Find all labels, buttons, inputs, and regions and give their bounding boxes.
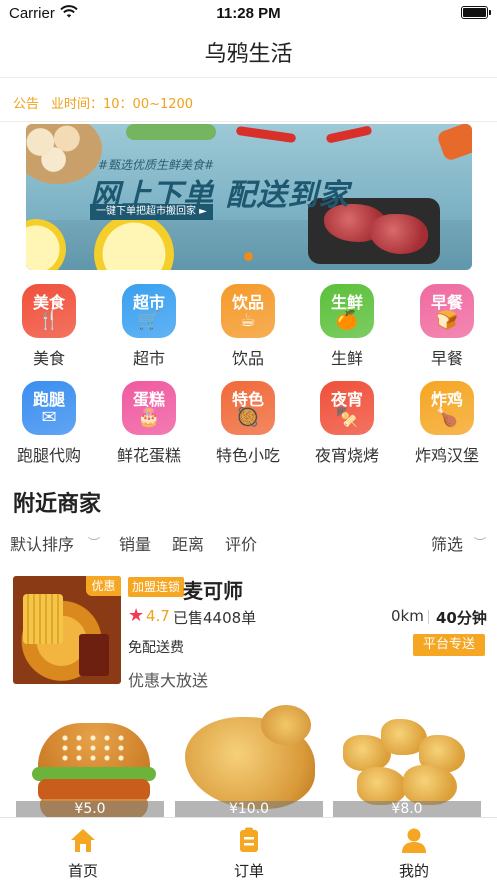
fried-chicken-icon: 炸鸡 🍗 (420, 381, 474, 435)
merchant-distance: 0km (391, 607, 424, 625)
pepper-image (325, 125, 373, 144)
tab-home[interactable]: 首页 (0, 818, 166, 883)
category-snacks[interactable]: 特色 🥘 特色小吃 (208, 381, 288, 466)
product-burger[interactable]: ¥5.0 (16, 705, 164, 817)
product-price: ¥5.0 (16, 801, 164, 817)
page-title: 乌鸦生活 (204, 42, 293, 67)
category-label: 饮品 (231, 349, 264, 368)
chevron-down-icon[interactable]: ︶ (474, 534, 486, 551)
category-supermarket[interactable]: 超市 🛒 超市 (109, 284, 189, 369)
user-icon (400, 826, 428, 854)
category-label: 超市 (132, 349, 165, 368)
sort-sales[interactable]: 销量 (119, 531, 151, 555)
product-fried-chicken[interactable]: ¥10.0 (175, 705, 323, 817)
breakfast-icon: 早餐 🍞 (420, 284, 474, 338)
notice-text: 业时间：10：00~1200 (51, 97, 194, 112)
supermarket-icon: 超市 🛒 (122, 284, 176, 338)
category-label: 特色小吃 (215, 446, 280, 465)
category-label: 夜宵烧烤 (314, 446, 379, 465)
cake-icon: 蛋糕 🎂 (122, 381, 176, 435)
filter-button[interactable]: 筛选 (431, 531, 463, 555)
sort-bar: 默认排序 ︶ 销量 距离 评价 筛选 ︶ (0, 528, 497, 556)
product-price: ¥8.0 (333, 801, 481, 817)
merchant-card[interactable]: 优惠 加盟连锁 麦可师 ★ 4.7 已售4408单 0km 40分钟 免配送费 … (0, 573, 497, 691)
promo-banner[interactable]: #甄选优质生鲜美食# 网上下单 配送到家 一键下单把超市搬回家 ► (26, 124, 472, 270)
chevron-down-icon[interactable]: ︶ (88, 534, 100, 551)
carousel-indicator[interactable] (244, 252, 253, 261)
tab-label: 我的 (398, 862, 429, 880)
nav-bar: 乌鸦生活 (0, 26, 497, 78)
notice-bar[interactable]: 公告 业时间：10：00~1200 (0, 78, 497, 122)
food-icon: 美食 🍴 (22, 284, 76, 338)
category-label: 鲜花蛋糕 (116, 446, 181, 465)
home-icon (69, 826, 97, 854)
delivery-mode-badge: 平台专送 (413, 634, 485, 656)
sort-distance[interactable]: 距离 (172, 531, 204, 555)
star-icon: ★ (128, 605, 145, 626)
clock: 11:28 PM (216, 5, 281, 22)
notice-label: 公告 (13, 97, 40, 112)
drinks-icon: 饮品 ☕ (221, 284, 275, 338)
errand-icon: 跑腿 ✉ (22, 381, 76, 435)
battery-icon (461, 6, 491, 19)
merchant-name: 麦可师 (183, 579, 243, 603)
category-label: 美食 (32, 349, 65, 368)
tab-label: 订单 (233, 862, 264, 880)
category-label: 炸鸡汉堡 (414, 446, 479, 465)
category-cake[interactable]: 蛋糕 🎂 鲜花蛋糕 (109, 381, 189, 466)
chain-tag: 加盟连锁 (128, 577, 185, 597)
product-nuggets[interactable]: ¥8.0 (333, 705, 481, 817)
category-label: 生鲜 (330, 349, 363, 368)
category-fresh[interactable]: 生鲜 🍊 生鲜 (307, 284, 387, 369)
category-errand[interactable]: 跑腿 ✉ 跑腿代购 (9, 381, 89, 466)
sort-default[interactable]: 默认排序 (10, 531, 74, 555)
snacks-icon: 特色 🥘 (221, 381, 275, 435)
bbq-icon: 夜宵 🍢 (320, 381, 374, 435)
merchant-eta: 40分钟 (436, 609, 487, 627)
merchant-rating: 4.7 (146, 607, 170, 625)
herb-image (126, 124, 216, 140)
category-label: 跑腿代购 (16, 446, 81, 465)
tab-orders[interactable]: 订单 (166, 818, 332, 883)
carrot-image (436, 124, 472, 162)
product-price: ¥10.0 (175, 801, 323, 817)
tab-label: 首页 (67, 862, 98, 880)
tab-profile[interactable]: 我的 (331, 818, 497, 883)
divider (428, 610, 429, 624)
pepper-image (235, 125, 297, 144)
promo-text: 优惠大放送 (128, 671, 209, 690)
category-breakfast[interactable]: 早餐 🍞 早餐 (407, 284, 487, 369)
category-fried-chicken[interactable]: 炸鸡 🍗 炸鸡汉堡 (407, 381, 487, 466)
merchant-sold-count: 已售4408单 (173, 609, 257, 627)
category-drinks[interactable]: 饮品 ☕ 饮品 (208, 284, 288, 369)
status-bar: Carrier 11:28 PM (0, 0, 497, 26)
sale-badge: 优惠 (86, 576, 121, 596)
category-label: 早餐 (430, 349, 463, 368)
category-night-bbq[interactable]: 夜宵 🍢 夜宵烧烤 (307, 381, 387, 466)
product-row: ¥5.0 ¥10.0 ¥8.0 (0, 705, 497, 817)
sort-rating[interactable]: 评价 (225, 531, 257, 555)
banner-subline: 一键下单把超市搬回家 ► (90, 204, 213, 220)
tab-bar: 首页 订单 我的 (0, 817, 497, 883)
delivery-fee: 免配送费 (128, 640, 184, 656)
fresh-produce-icon: 生鲜 🍊 (320, 284, 374, 338)
section-title: 附近商家 (13, 492, 102, 517)
orders-icon (235, 826, 263, 854)
category-food[interactable]: 美食 🍴 美食 (9, 284, 89, 369)
